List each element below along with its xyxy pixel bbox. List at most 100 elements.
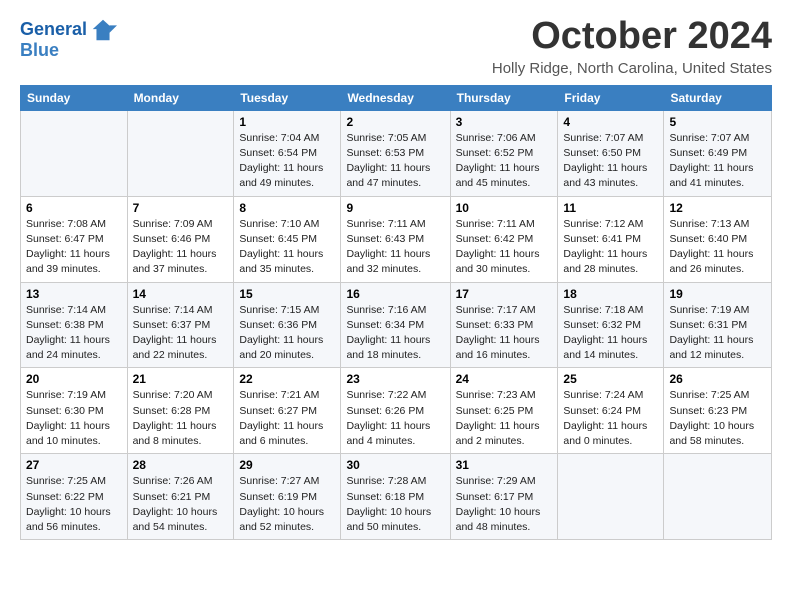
table-row: 20 Sunrise: 7:19 AMSunset: 6:30 PMDayligh… <box>21 368 128 454</box>
table-row: 24 Sunrise: 7:23 AMSunset: 6:25 PMDayligh… <box>450 368 558 454</box>
col-tuesday: Tuesday <box>234 85 341 110</box>
day-number: 28 <box>133 458 229 472</box>
table-row: 16 Sunrise: 7:16 AMSunset: 6:34 PMDayligh… <box>341 282 450 368</box>
calendar-header: Sunday Monday Tuesday Wednesday Thursday… <box>21 85 772 110</box>
col-saturday: Saturday <box>664 85 772 110</box>
calendar-table: Sunday Monday Tuesday Wednesday Thursday… <box>20 85 772 540</box>
table-row: 4 Sunrise: 7:07 AMSunset: 6:50 PMDaylight… <box>558 110 664 196</box>
logo-icon <box>89 16 117 44</box>
day-info: Sunrise: 7:07 AMSunset: 6:50 PMDaylight:… <box>563 132 647 190</box>
table-row: 11Sunrise: 7:12 AMSunset: 6:41 PMDayligh… <box>558 196 664 282</box>
day-number: 27 <box>26 458 122 472</box>
day-info: Sunrise: 7:11 AMSunset: 6:42 PMDaylight:… <box>456 218 540 276</box>
day-info: Sunrise: 7:08 AMSunset: 6:47 PMDaylight:… <box>26 218 110 276</box>
table-row: 19 Sunrise: 7:19 AMSunset: 6:31 PMDayligh… <box>664 282 772 368</box>
day-number: 18 <box>563 287 658 301</box>
day-info: Sunrise: 7:28 AMSunset: 6:18 PMDaylight:… <box>346 475 431 533</box>
day-number: 19 <box>669 287 766 301</box>
day-number: 25 <box>563 372 658 386</box>
table-row: 27 Sunrise: 7:25 AMSunset: 6:22 PMDayligh… <box>21 454 128 540</box>
table-row: 28 Sunrise: 7:26 AMSunset: 6:21 PMDayligh… <box>127 454 234 540</box>
table-row: 18 Sunrise: 7:18 AMSunset: 6:32 PMDayligh… <box>558 282 664 368</box>
calendar-body: 1Sunrise: 7:04 AMSunset: 6:54 PMDaylight… <box>21 110 772 539</box>
day-info: Sunrise: 7:11 AMSunset: 6:43 PMDaylight:… <box>346 218 430 276</box>
table-row: 2Sunrise: 7:05 AMSunset: 6:53 PMDaylight… <box>341 110 450 196</box>
day-info: Sunrise: 7:23 AMSunset: 6:25 PMDaylight:… <box>456 389 540 447</box>
logo: General Blue <box>20 16 117 61</box>
table-row: 12 Sunrise: 7:13 AMSunset: 6:40 PMDayligh… <box>664 196 772 282</box>
day-number: 17 <box>456 287 553 301</box>
table-row: 5Sunrise: 7:07 AMSunset: 6:49 PMDaylight… <box>664 110 772 196</box>
day-number: 12 <box>669 201 766 215</box>
day-info: Sunrise: 7:06 AMSunset: 6:52 PMDaylight:… <box>456 132 540 190</box>
day-number: 5 <box>669 115 766 129</box>
day-info: Sunrise: 7:27 AMSunset: 6:19 PMDaylight:… <box>239 475 324 533</box>
table-row: 15 Sunrise: 7:15 AMSunset: 6:36 PMDayligh… <box>234 282 341 368</box>
logo-text: General <box>20 20 87 40</box>
day-info: Sunrise: 7:18 AMSunset: 6:32 PMDaylight:… <box>563 304 647 362</box>
day-number: 20 <box>26 372 122 386</box>
day-info: Sunrise: 7:14 AMSunset: 6:38 PMDaylight:… <box>26 304 110 362</box>
table-row: 31 Sunrise: 7:29 AMSunset: 6:17 PMDayligh… <box>450 454 558 540</box>
table-row: 25 Sunrise: 7:24 AMSunset: 6:24 PMDayligh… <box>558 368 664 454</box>
day-number: 22 <box>239 372 335 386</box>
day-number: 30 <box>346 458 444 472</box>
table-row: 7 Sunrise: 7:09 AMSunset: 6:46 PMDaylight… <box>127 196 234 282</box>
day-info: Sunrise: 7:20 AMSunset: 6:28 PMDaylight:… <box>133 389 217 447</box>
day-info: Sunrise: 7:04 AMSunset: 6:54 PMDaylight:… <box>239 132 323 190</box>
day-info: Sunrise: 7:09 AMSunset: 6:46 PMDaylight:… <box>133 218 217 276</box>
day-number: 10 <box>456 201 553 215</box>
day-number: 7 <box>133 201 229 215</box>
day-number: 3 <box>456 115 553 129</box>
day-number: 6 <box>26 201 122 215</box>
table-row <box>664 454 772 540</box>
day-info: Sunrise: 7:19 AMSunset: 6:31 PMDaylight:… <box>669 304 753 362</box>
table-row: 30 Sunrise: 7:28 AMSunset: 6:18 PMDayligh… <box>341 454 450 540</box>
day-info: Sunrise: 7:22 AMSunset: 6:26 PMDaylight:… <box>346 389 430 447</box>
col-monday: Monday <box>127 85 234 110</box>
day-number: 29 <box>239 458 335 472</box>
table-row: 23 Sunrise: 7:22 AMSunset: 6:26 PMDayligh… <box>341 368 450 454</box>
day-number: 26 <box>669 372 766 386</box>
day-number: 24 <box>456 372 553 386</box>
day-number: 15 <box>239 287 335 301</box>
table-row: 10 Sunrise: 7:11 AMSunset: 6:42 PMDayligh… <box>450 196 558 282</box>
day-number: 31 <box>456 458 553 472</box>
day-info: Sunrise: 7:24 AMSunset: 6:24 PMDaylight:… <box>563 389 647 447</box>
day-number: 23 <box>346 372 444 386</box>
table-row: 14 Sunrise: 7:14 AMSunset: 6:37 PMDayligh… <box>127 282 234 368</box>
day-info: Sunrise: 7:29 AMSunset: 6:17 PMDaylight:… <box>456 475 541 533</box>
day-info: Sunrise: 7:15 AMSunset: 6:36 PMDaylight:… <box>239 304 323 362</box>
table-row: 26Sunrise: 7:25 AMSunset: 6:23 PMDayligh… <box>664 368 772 454</box>
table-row <box>127 110 234 196</box>
day-number: 9 <box>346 201 444 215</box>
table-row: 8Sunrise: 7:10 AMSunset: 6:45 PMDaylight… <box>234 196 341 282</box>
day-info: Sunrise: 7:19 AMSunset: 6:30 PMDaylight:… <box>26 389 110 447</box>
day-number: 16 <box>346 287 444 301</box>
table-row: 29 Sunrise: 7:27 AMSunset: 6:19 PMDayligh… <box>234 454 341 540</box>
day-number: 14 <box>133 287 229 301</box>
day-info: Sunrise: 7:13 AMSunset: 6:40 PMDaylight:… <box>669 218 753 276</box>
day-info: Sunrise: 7:26 AMSunset: 6:21 PMDaylight:… <box>133 475 218 533</box>
table-row: 22 Sunrise: 7:21 AMSunset: 6:27 PMDayligh… <box>234 368 341 454</box>
location: Holly Ridge, North Carolina, United Stat… <box>492 60 772 77</box>
day-number: 4 <box>563 115 658 129</box>
day-info: Sunrise: 7:21 AMSunset: 6:27 PMDaylight:… <box>239 389 323 447</box>
month-title: October 2024 <box>492 16 772 58</box>
page-container: General Blue October 2024 Holly Ridge, N… <box>0 0 792 552</box>
day-info: Sunrise: 7:14 AMSunset: 6:37 PMDaylight:… <box>133 304 217 362</box>
table-row <box>21 110 128 196</box>
header: General Blue October 2024 Holly Ridge, N… <box>20 16 772 77</box>
table-row: 3 Sunrise: 7:06 AMSunset: 6:52 PMDaylight… <box>450 110 558 196</box>
day-info: Sunrise: 7:12 AMSunset: 6:41 PMDaylight:… <box>563 218 647 276</box>
day-info: Sunrise: 7:25 AMSunset: 6:22 PMDaylight:… <box>26 475 111 533</box>
day-info: Sunrise: 7:05 AMSunset: 6:53 PMDaylight:… <box>346 132 430 190</box>
day-number: 8 <box>239 201 335 215</box>
table-row: 13Sunrise: 7:14 AMSunset: 6:38 PMDayligh… <box>21 282 128 368</box>
col-sunday: Sunday <box>21 85 128 110</box>
table-row: 9 Sunrise: 7:11 AMSunset: 6:43 PMDaylight… <box>341 196 450 282</box>
table-row: 17Sunrise: 7:17 AMSunset: 6:33 PMDayligh… <box>450 282 558 368</box>
day-number: 21 <box>133 372 229 386</box>
day-info: Sunrise: 7:16 AMSunset: 6:34 PMDaylight:… <box>346 304 430 362</box>
table-row: 21 Sunrise: 7:20 AMSunset: 6:28 PMDayligh… <box>127 368 234 454</box>
